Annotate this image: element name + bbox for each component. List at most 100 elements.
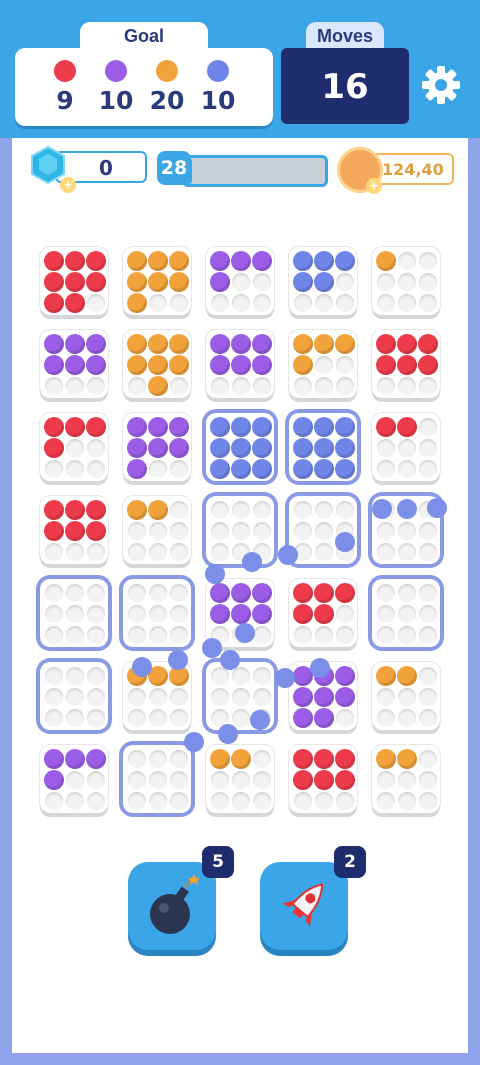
- peg-ball: [314, 438, 334, 458]
- peg-tile[interactable]: [40, 330, 108, 398]
- empty-peg: [232, 273, 250, 291]
- empty-peg: [211, 294, 229, 312]
- peg-ball: [293, 687, 313, 707]
- peg-ball: [148, 500, 168, 520]
- empty-peg: [170, 522, 188, 540]
- peg-ball: [293, 355, 313, 375]
- peg-tile[interactable]: [372, 413, 440, 481]
- peg-tile[interactable]: [289, 745, 357, 813]
- peg-tile[interactable]: [206, 579, 274, 647]
- peg-tile[interactable]: [289, 496, 357, 564]
- empty-peg: [253, 294, 271, 312]
- peg-tile[interactable]: [40, 247, 108, 315]
- peg-ball: [293, 334, 313, 354]
- empty-peg: [87, 294, 105, 312]
- peg-tile[interactable]: [372, 247, 440, 315]
- empty-peg: [253, 377, 271, 395]
- empty-peg: [419, 501, 437, 519]
- peg-tile[interactable]: [372, 662, 440, 730]
- peg-ball: [210, 417, 230, 437]
- peg-ball: [44, 355, 64, 375]
- goal-color-dot: [54, 60, 76, 82]
- peg-tile[interactable]: [289, 579, 357, 647]
- peg-ball: [335, 770, 355, 790]
- peg-tile[interactable]: [123, 745, 191, 813]
- peg-tile[interactable]: [40, 579, 108, 647]
- peg-tile[interactable]: [372, 330, 440, 398]
- empty-peg: [170, 750, 188, 768]
- peg-tile[interactable]: [289, 413, 357, 481]
- peg-tile[interactable]: [206, 413, 274, 481]
- add-gems-button[interactable]: +: [60, 177, 76, 193]
- empty-peg: [419, 418, 437, 436]
- peg-tile[interactable]: [123, 247, 191, 315]
- empty-peg: [377, 501, 395, 519]
- empty-peg: [87, 667, 105, 685]
- peg-ball: [376, 666, 396, 686]
- peg-tile[interactable]: [40, 662, 108, 730]
- peg-ball: [65, 272, 85, 292]
- peg-ball: [169, 272, 189, 292]
- peg-tile[interactable]: [206, 330, 274, 398]
- peg-ball: [252, 334, 272, 354]
- peg-ball: [314, 666, 334, 686]
- peg-tile[interactable]: [206, 496, 274, 564]
- peg-tile[interactable]: [123, 330, 191, 398]
- goal-panel: 9 10 20 10: [15, 48, 273, 126]
- peg-tile[interactable]: [206, 662, 274, 730]
- peg-tile[interactable]: [289, 662, 357, 730]
- peg-tile[interactable]: [289, 330, 357, 398]
- empty-peg: [87, 709, 105, 727]
- peg-tile[interactable]: [40, 745, 108, 813]
- empty-peg: [45, 709, 63, 727]
- peg-ball: [86, 417, 106, 437]
- empty-peg: [170, 688, 188, 706]
- empty-peg: [128, 792, 146, 810]
- empty-peg: [232, 688, 250, 706]
- empty-peg: [211, 688, 229, 706]
- empty-peg: [170, 771, 188, 789]
- rocket-booster-button[interactable]: [260, 862, 348, 950]
- peg-ball: [376, 355, 396, 375]
- goal-item: 10: [196, 60, 240, 115]
- goal-color-dot: [156, 60, 178, 82]
- peg-tile[interactable]: [372, 579, 440, 647]
- peg-tile[interactable]: [40, 496, 108, 564]
- peg-ball: [210, 272, 230, 292]
- empty-peg: [232, 667, 250, 685]
- peg-tile[interactable]: [40, 413, 108, 481]
- peg-tile[interactable]: [206, 745, 274, 813]
- peg-ball: [127, 251, 147, 271]
- peg-tile[interactable]: [206, 247, 274, 315]
- empty-peg: [336, 792, 354, 810]
- peg-ball: [231, 417, 251, 437]
- peg-ball: [127, 438, 147, 458]
- empty-peg: [66, 584, 84, 602]
- empty-peg: [66, 460, 84, 478]
- empty-peg: [398, 501, 416, 519]
- peg-ball: [335, 687, 355, 707]
- peg-tile[interactable]: [123, 413, 191, 481]
- peg-tile[interactable]: [372, 496, 440, 564]
- empty-peg: [232, 626, 250, 644]
- peg-tile[interactable]: [289, 247, 357, 315]
- goal-item: 9: [43, 60, 87, 115]
- gear-icon[interactable]: [420, 64, 462, 106]
- empty-peg: [45, 667, 63, 685]
- peg-tile[interactable]: [372, 745, 440, 813]
- empty-peg: [232, 377, 250, 395]
- empty-peg: [87, 688, 105, 706]
- add-coins-button[interactable]: +: [366, 178, 382, 194]
- peg-ball: [293, 251, 313, 271]
- peg-tile[interactable]: [123, 579, 191, 647]
- empty-peg: [253, 626, 271, 644]
- peg-tile[interactable]: [123, 496, 191, 564]
- bomb-booster-button[interactable]: [128, 862, 216, 950]
- empty-peg: [211, 792, 229, 810]
- rocket-count-badge: 2: [334, 846, 366, 878]
- empty-peg: [315, 377, 333, 395]
- empty-peg: [211, 522, 229, 540]
- empty-peg: [377, 377, 395, 395]
- peg-ball: [65, 355, 85, 375]
- peg-tile[interactable]: [123, 662, 191, 730]
